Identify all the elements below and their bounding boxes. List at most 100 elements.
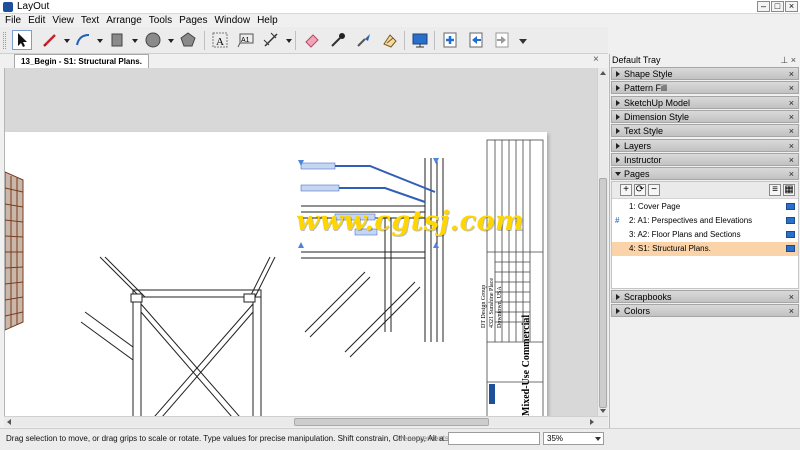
drawing-canvas[interactable]: DT Design Group 4321 Sunshine Place Down… (4, 68, 597, 416)
pencil-tool-button[interactable] (40, 30, 60, 50)
close-document-icon[interactable]: × (593, 55, 599, 65)
horizontal-scrollbar[interactable] (4, 416, 608, 427)
delete-page-icon[interactable]: − (648, 184, 660, 196)
arc-dropdown-arrow[interactable] (97, 39, 103, 43)
toolbar-grip[interactable] (3, 32, 6, 49)
panel-pattern-fill[interactable]: Pattern Fill × (611, 81, 799, 94)
thumbnail-view-icon[interactable]: ▦ (783, 184, 795, 196)
toolbar-separator (204, 31, 205, 50)
arc-tool-button[interactable] (73, 30, 93, 50)
eyedropper-tool-button[interactable] (328, 30, 348, 50)
eraser-tool-button[interactable] (302, 30, 322, 50)
minimize-button[interactable]: – (757, 1, 770, 12)
svg-text:A: A (216, 36, 224, 48)
panel-close-icon[interactable]: × (789, 111, 794, 123)
menu-help[interactable]: Help (257, 14, 278, 27)
panel-close-icon[interactable]: × (789, 140, 794, 152)
menu-view[interactable]: View (52, 14, 74, 27)
panel-pages[interactable]: Pages × (611, 167, 799, 180)
presentation-button[interactable] (410, 30, 430, 50)
rectangle-tool-button[interactable] (107, 30, 127, 50)
panel-shape-style[interactable]: Shape Style × (611, 67, 799, 80)
panel-dimension-style[interactable]: Dimension Style × (611, 110, 799, 123)
panel-sketchup-model[interactable]: SketchUp Model × (611, 96, 799, 109)
circle-tool-button[interactable] (143, 30, 163, 50)
split-tool-button[interactable] (380, 30, 400, 50)
presentation-icon (412, 33, 428, 48)
scroll-right-arrow-icon[interactable] (590, 419, 594, 425)
toolbar-separator (404, 31, 405, 50)
document-tab[interactable]: 13_Begin - S1: Structural Plans. (14, 54, 149, 68)
panel-close-icon[interactable]: × (789, 168, 794, 180)
circle-dropdown-arrow[interactable] (168, 39, 174, 43)
menu-file[interactable]: File (5, 14, 21, 27)
add-page-button[interactable] (440, 30, 460, 50)
close-window-button[interactable]: × (785, 1, 798, 12)
presentation-page-icon[interactable] (786, 231, 795, 238)
text-tool-button[interactable]: A (210, 30, 230, 50)
tray-title: Default Tray (612, 55, 661, 65)
watermark-text: www.cgtsj.com (296, 206, 525, 237)
style-brush-tool-button[interactable] (354, 30, 374, 50)
page-row-a2[interactable]: 3: A2: Floor Plans and Sections (612, 228, 798, 242)
next-page-button[interactable] (492, 30, 512, 50)
dimension-dropdown-arrow[interactable] (286, 39, 292, 43)
expand-triangle-icon (616, 294, 620, 300)
eraser-icon (305, 34, 319, 48)
panel-close-icon[interactable]: × (789, 305, 794, 317)
presentation-page-icon[interactable] (786, 217, 795, 224)
menu-text[interactable]: Text (81, 14, 99, 27)
list-view-icon[interactable]: ≡ (769, 184, 781, 196)
label-tool-button[interactable]: A1 (236, 30, 256, 50)
vertical-scrollbar[interactable] (597, 68, 608, 416)
expand-triangle-icon (616, 143, 620, 149)
toolbar-separator (434, 31, 435, 50)
horizontal-scroll-thumb[interactable] (294, 418, 489, 426)
presentation-page-icon[interactable] (786, 245, 795, 252)
scroll-down-arrow-icon[interactable] (600, 409, 606, 413)
scroll-up-arrow-icon[interactable] (600, 71, 606, 75)
page-label: 4: S1: Structural Plans. (629, 244, 711, 253)
page-row-s1[interactable]: 4: S1: Structural Plans. (612, 242, 798, 256)
add-page-icon[interactable]: + (620, 184, 632, 196)
panel-close-icon[interactable]: × (789, 97, 794, 109)
panel-text-style[interactable]: Text Style × (611, 124, 799, 137)
panel-layers[interactable]: Layers × (611, 139, 799, 152)
panel-instructor[interactable]: Instructor × (611, 153, 799, 166)
panel-close-icon[interactable]: × (789, 68, 794, 80)
polygon-tool-button[interactable] (178, 30, 198, 50)
select-tool-button[interactable] (12, 30, 32, 50)
panel-close-icon[interactable]: × (789, 82, 794, 94)
maximize-button[interactable]: □ (771, 1, 784, 12)
page-row-cover[interactable]: 1: Cover Page (612, 200, 798, 214)
page-row-a1[interactable]: # 2: A1: Perspectives and Elevations (612, 214, 798, 228)
previous-page-button[interactable] (466, 30, 486, 50)
rectangle-dropdown-arrow[interactable] (132, 39, 138, 43)
menu-pages[interactable]: Pages (179, 14, 207, 27)
menu-edit[interactable]: Edit (28, 14, 45, 27)
pencil-dropdown-arrow[interactable] (64, 39, 70, 43)
panel-close-icon[interactable]: × (789, 291, 794, 303)
title-bar: LayOut – □ × (0, 0, 800, 14)
menu-window[interactable]: Window (215, 14, 251, 27)
panel-scrapbooks[interactable]: Scrapbooks × (611, 290, 799, 303)
zoom-select[interactable]: 35% (543, 432, 604, 445)
tray-pin-close-icons[interactable]: ⊥ × (780, 55, 796, 66)
vertical-scroll-thumb[interactable] (599, 178, 607, 408)
dimension-icon (263, 32, 278, 47)
panel-close-icon[interactable]: × (789, 125, 794, 137)
menu-arrange[interactable]: Arrange (106, 14, 142, 27)
panel-close-icon[interactable]: × (789, 154, 794, 166)
structural-drawing (5, 139, 544, 416)
duplicate-page-icon[interactable]: ⟳ (634, 184, 646, 196)
expand-triangle-icon (616, 71, 620, 77)
svg-text:A1: A1 (241, 37, 250, 44)
circle-icon (145, 32, 161, 48)
menu-tools[interactable]: Tools (149, 14, 172, 27)
measurements-input[interactable] (448, 432, 540, 445)
panel-colors[interactable]: Colors × (611, 304, 799, 317)
dimension-tool-button[interactable] (261, 30, 281, 50)
presentation-page-icon[interactable] (786, 203, 795, 210)
scroll-left-arrow-icon[interactable] (7, 419, 11, 425)
toolbar-overflow-arrow[interactable] (519, 39, 527, 44)
